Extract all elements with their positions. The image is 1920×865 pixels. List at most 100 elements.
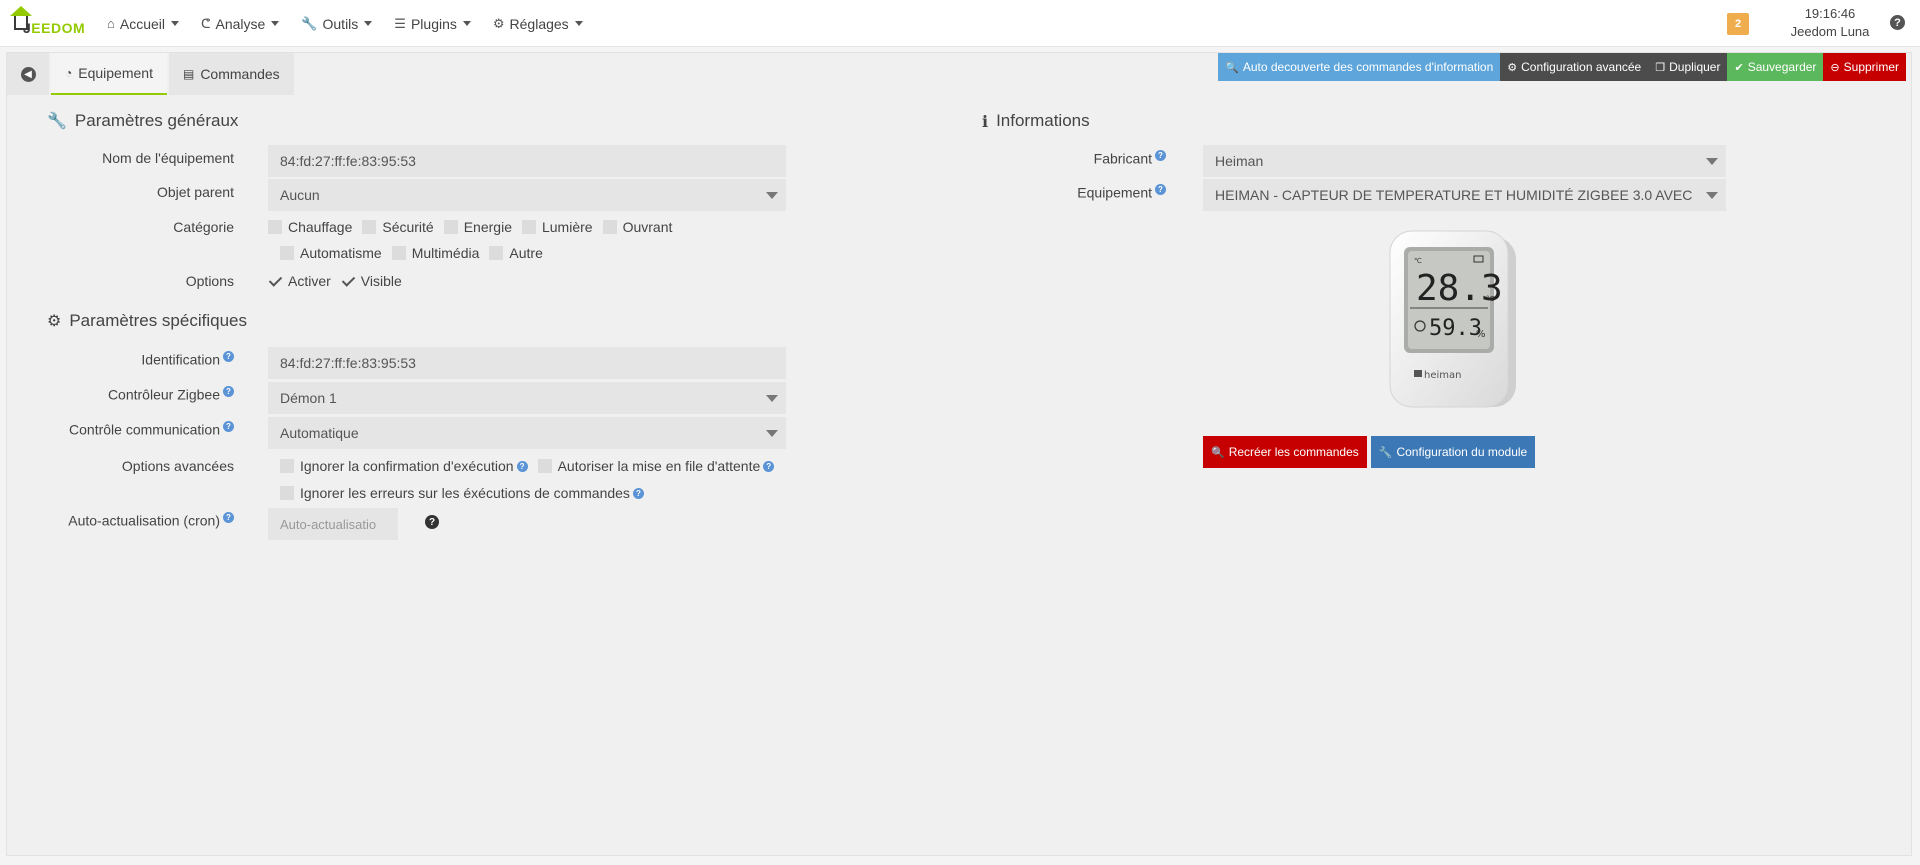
checkbox[interactable]	[602, 220, 617, 234]
category-ouvrant[interactable]: Ouvrant	[602, 219, 673, 235]
device-label-text: Equipement	[1077, 184, 1152, 201]
clock-user[interactable]: 19:16:46 Jeedom Luna	[1780, 5, 1880, 41]
help-icon[interactable]: ?	[223, 512, 234, 523]
cron-input[interactable]: Auto-actualisatio	[268, 508, 398, 540]
option-label-text: Visible	[360, 273, 402, 289]
category-lumiere[interactable]: Lumière	[521, 219, 593, 235]
duplicate-label: Dupliquer	[1669, 60, 1721, 74]
checkbox[interactable]	[443, 220, 458, 234]
category-securite[interactable]: Sécurité	[362, 219, 434, 235]
equipment-name-input[interactable]: 84:fd:27:ff:fe:83:95:53	[268, 145, 786, 177]
help-icon[interactable]: ?	[223, 351, 234, 362]
list-icon: ☰	[394, 15, 406, 31]
delete-button[interactable]: ⊖ Supprimer	[1823, 53, 1906, 81]
category-label-text: Energie	[463, 219, 512, 235]
menu-analyse[interactable]: ᕦ Analyse	[190, 0, 290, 47]
option-allow-queue[interactable]: Autoriser la mise en file d'attente?	[537, 458, 775, 474]
option-label-text: Ignorer la confirmation d'exécution	[300, 458, 514, 474]
category-label-text: Sécurité	[382, 219, 434, 235]
checkbox[interactable]	[489, 246, 504, 260]
checkbox-checked[interactable]	[341, 274, 355, 288]
category-autre[interactable]: Autre	[489, 245, 543, 261]
category-label-text: Lumière	[541, 219, 593, 235]
informations-title: i Informations	[982, 111, 1090, 131]
cron-help-icon[interactable]: ?	[425, 515, 439, 529]
caret-down-icon	[364, 21, 373, 26]
cogs-icon: ⚙	[1507, 61, 1518, 74]
tab-equipement[interactable]: ◔ Equipement	[51, 53, 167, 95]
save-button[interactable]: ✔ Sauvegarder	[1727, 53, 1824, 81]
controller-label: Contrôleur Zigbee?	[108, 386, 234, 403]
checkbox[interactable]	[521, 220, 536, 234]
checkbox[interactable]	[537, 459, 552, 473]
option-ignore-confirmation[interactable]: Ignorer la confirmation d'exécution?	[280, 458, 528, 474]
tab-equipement-label: Equipement	[78, 65, 153, 81]
back-button[interactable]: ◀	[7, 53, 49, 95]
help-icon[interactable]: ?	[516, 460, 528, 472]
advanced-config-button[interactable]: ⚙ Configuration avancée	[1500, 53, 1649, 81]
manufacturer-select[interactable]: Heiman	[1203, 145, 1726, 177]
category-label-text: Ouvrant	[622, 219, 673, 235]
help-icon[interactable]: ?	[1155, 150, 1166, 161]
svg-text:℃: ℃	[1414, 257, 1422, 265]
parent-object-select[interactable]: Aucun	[268, 179, 786, 211]
menu-plugins[interactable]: ☰ Plugins	[383, 0, 482, 47]
module-config-button[interactable]: 🔧 Configuration du module	[1370, 436, 1536, 468]
options-label: Options	[185, 273, 234, 289]
help-icon[interactable]: ?	[1890, 15, 1905, 30]
communication-control-select[interactable]: Automatique	[268, 417, 786, 449]
category-energie[interactable]: Energie	[443, 219, 512, 235]
checkbox[interactable]	[391, 246, 406, 260]
checkbox[interactable]	[362, 220, 377, 234]
zigbee-controller-select[interactable]: Démon 1	[268, 382, 786, 414]
checkbox[interactable]	[280, 246, 294, 260]
save-label: Sauvegarder	[1747, 60, 1817, 74]
option-visible[interactable]: Visible	[341, 273, 402, 289]
category-multimedia[interactable]: Multimédia	[391, 245, 480, 261]
tachometer-icon: ◔	[65, 66, 73, 80]
zigbee-controller-value: Démon 1	[280, 390, 337, 406]
general-params-title-text: Paramètres généraux	[74, 111, 239, 130]
option-activer[interactable]: Activer	[268, 273, 331, 289]
device-image: ℃ 28.3 °C 59.3 % heiman	[1378, 227, 1528, 415]
checkbox[interactable]	[280, 486, 294, 500]
category-automatisme[interactable]: Automatisme	[280, 245, 382, 261]
tab-bar: ◀ ◔ Equipement ▤ Commandes	[7, 53, 294, 95]
category-chauffage[interactable]: Chauffage	[268, 219, 352, 235]
device-display-hum-unit: %	[1476, 329, 1486, 340]
cron-label-text: Auto-actualisation (cron)	[68, 512, 220, 529]
checkbox-checked[interactable]	[268, 274, 282, 288]
notification-badge[interactable]: 2	[1727, 13, 1749, 35]
checkbox[interactable]	[280, 459, 294, 473]
help-icon[interactable]: ?	[763, 460, 775, 472]
help-icon[interactable]: ?	[223, 421, 234, 432]
module-config-label: Configuration du module	[1396, 445, 1528, 459]
stethoscope-icon: ᕦ	[201, 15, 211, 31]
help-icon[interactable]: ?	[223, 386, 234, 397]
identification-label-text: Identification	[141, 351, 220, 368]
name-label: Nom de l'équipement	[102, 150, 234, 166]
identification-input[interactable]: 84:fd:27:ff:fe:83:95:53	[268, 347, 786, 379]
help-icon[interactable]: ?	[1155, 184, 1166, 195]
informations-title-text: Informations	[996, 111, 1090, 130]
wrench-icon: 🔧	[47, 113, 67, 130]
device-model-select[interactable]: HEIMAN - CAPTEUR DE TEMPERATURE ET HUMID…	[1203, 179, 1726, 211]
duplicate-button[interactable]: ❐ Dupliquer	[1648, 53, 1728, 81]
chevron-down-icon	[1706, 192, 1718, 199]
checkbox[interactable]	[268, 220, 282, 234]
menu-outils[interactable]: 🔧 Outils	[290, 0, 383, 47]
action-toolbar: 🔍 Auto decouverte des commandes d'inform…	[1218, 53, 1906, 81]
menu-reglages[interactable]: ⚙ Réglages	[482, 0, 594, 47]
help-icon[interactable]: ?	[632, 487, 644, 499]
jeedom-logo[interactable]: JEEDOM	[6, 5, 85, 41]
auto-discovery-button[interactable]: 🔍 Auto decouverte des commandes d'inform…	[1218, 53, 1501, 81]
category-label-text: Multimédia	[411, 245, 480, 261]
menu-analyse-label: Analyse	[215, 15, 266, 32]
recreate-commands-button[interactable]: 🔍 Recréer les commandes	[1203, 436, 1367, 468]
option-ignore-errors[interactable]: Ignorer les erreurs sur les éxécutions d…	[280, 485, 644, 501]
menu-accueil[interactable]: ⌂ Accueil	[96, 0, 190, 47]
logo-text: JEEDOM	[23, 20, 85, 36]
tab-commandes[interactable]: ▤ Commandes	[168, 53, 294, 95]
option-label-text: Autoriser la mise en file d'attente	[557, 458, 761, 474]
controller-label-text: Contrôleur Zigbee	[107, 386, 220, 403]
